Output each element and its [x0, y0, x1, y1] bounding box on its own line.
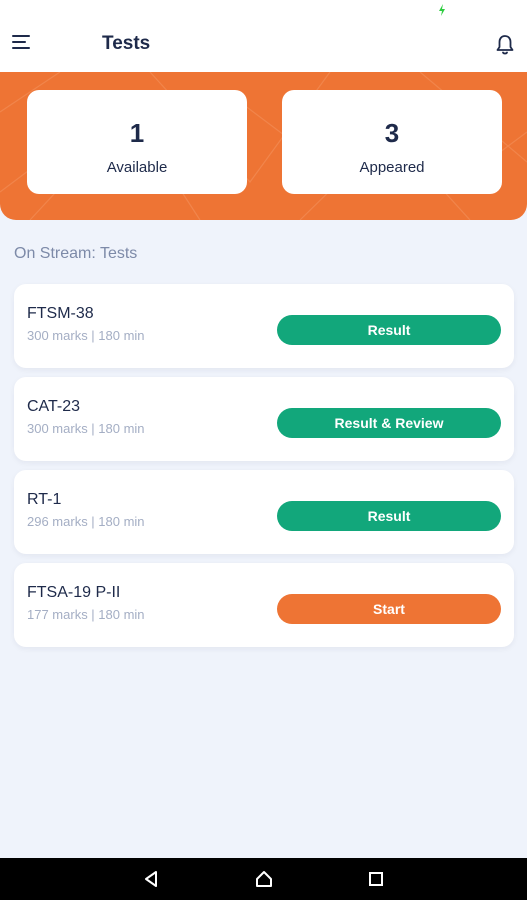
test-meta: 177 marks | 180 min — [27, 607, 145, 622]
app-bar: Tests — [0, 22, 527, 72]
available-tests-card[interactable]: 1 Available — [27, 90, 247, 194]
status-bar — [0, 0, 527, 22]
result-review-button[interactable]: Result & Review — [277, 408, 501, 438]
test-list: FTSM-38 300 marks | 180 min Result CAT-2… — [14, 284, 514, 656]
result-button[interactable]: Result — [277, 315, 501, 345]
test-meta: 300 marks | 180 min — [27, 421, 145, 436]
test-card: RT-1 296 marks | 180 min Result — [14, 470, 514, 554]
test-name: RT-1 — [27, 491, 62, 508]
stats-banner: 1 Available 3 Appeared — [0, 72, 527, 220]
test-card: CAT-23 300 marks | 180 min Result & Revi… — [14, 377, 514, 461]
available-label: Available — [106, 159, 168, 176]
appeared-count: 3 — [384, 118, 400, 148]
appeared-label: Appeared — [359, 159, 425, 176]
test-name: FTSM-38 — [27, 305, 94, 322]
test-name: FTSA-19 P-II — [27, 584, 121, 601]
battery-charging-icon — [439, 4, 445, 16]
menu-icon[interactable] — [12, 35, 34, 55]
bell-icon[interactable] — [493, 33, 517, 57]
recent-apps-icon[interactable] — [366, 869, 386, 889]
back-triangle-icon[interactable] — [142, 869, 162, 889]
appeared-tests-card[interactable]: 3 Appeared — [282, 90, 502, 194]
test-meta: 300 marks | 180 min — [27, 328, 145, 343]
home-icon[interactable] — [254, 869, 274, 889]
test-card: FTSA-19 P-II 177 marks | 180 min Start — [14, 563, 514, 647]
test-name: CAT-23 — [27, 398, 81, 415]
page-title: Tests — [102, 33, 151, 54]
test-card: FTSM-38 300 marks | 180 min Result — [14, 284, 514, 368]
start-button[interactable]: Start — [277, 594, 501, 624]
test-meta: 296 marks | 180 min — [27, 514, 145, 529]
section-title: On Stream: Tests — [14, 245, 138, 262]
result-button[interactable]: Result — [277, 501, 501, 531]
available-count: 1 — [129, 118, 145, 148]
system-nav-bar — [0, 858, 527, 900]
